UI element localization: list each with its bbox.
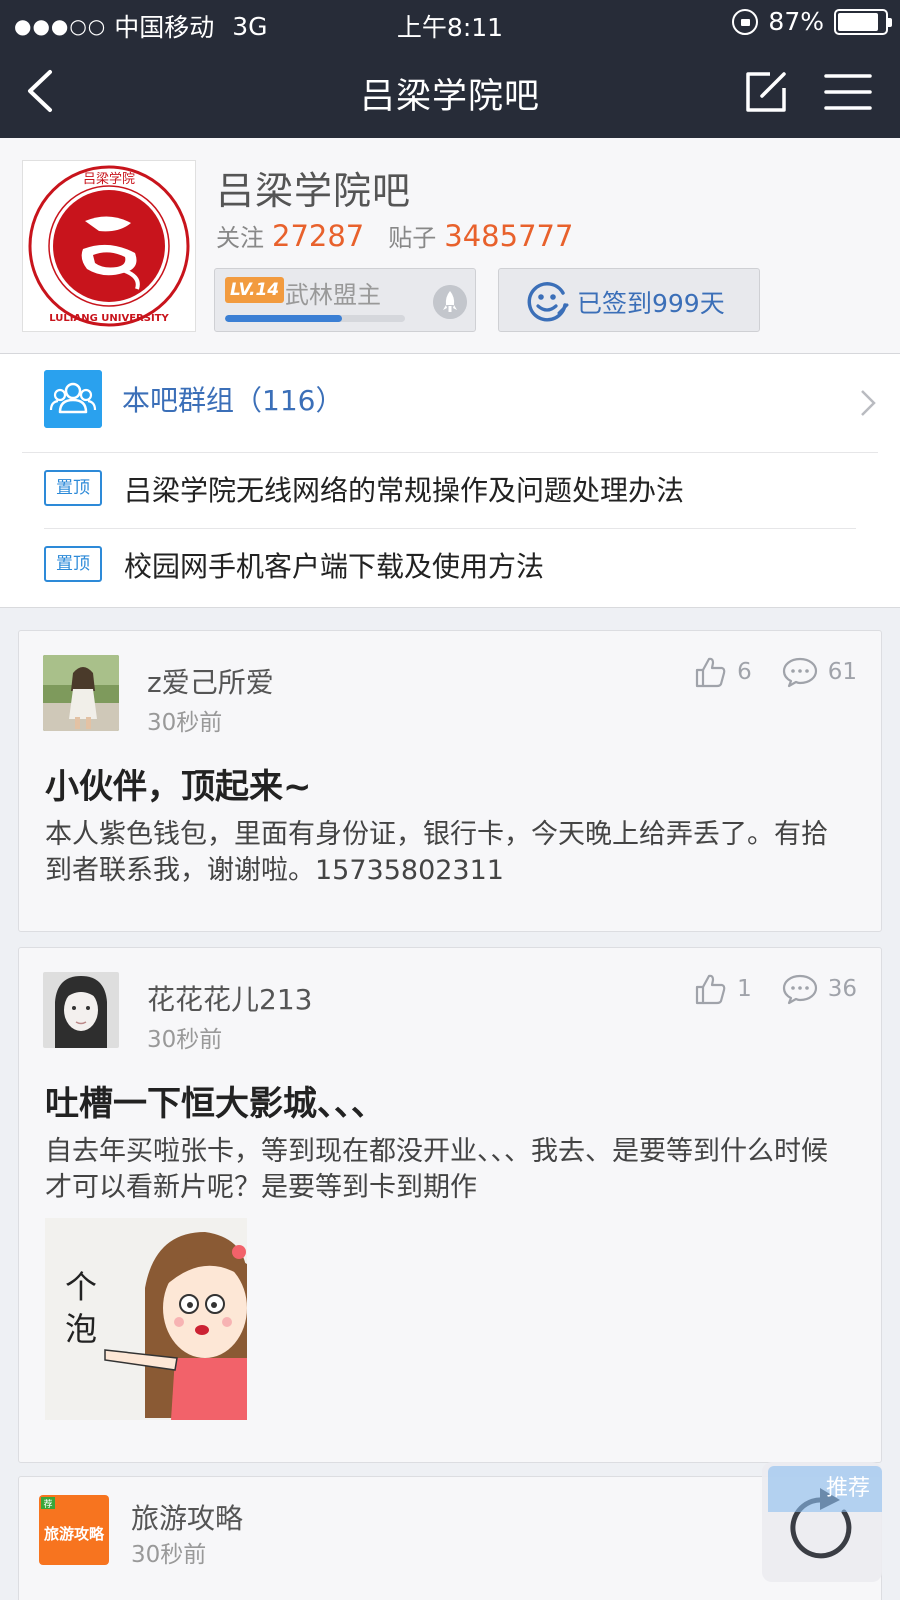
battery-icon bbox=[834, 8, 892, 35]
pinned-post[interactable]: 置顶 校园网手机客户端下载及使用方法 bbox=[0, 530, 900, 604]
pinned-badge: 置顶 bbox=[44, 470, 102, 506]
posts-label: 贴子 bbox=[388, 224, 437, 252]
forum-stats: 关注 27287 贴子 3485777 bbox=[216, 218, 597, 253]
pinned-section: 本吧群组（116） 置顶 吕梁学院无线网络的常规操作及问题处理办法 置顶 校园网… bbox=[0, 354, 900, 608]
smile-icon bbox=[527, 282, 569, 322]
avatar-photo bbox=[43, 655, 119, 731]
group-row[interactable]: 本吧群组（116） bbox=[0, 354, 900, 452]
forum-name: 吕梁学院吧 bbox=[216, 169, 412, 213]
post-title[interactable]: 吐槽一下恒大影城、、、 bbox=[45, 1076, 385, 1125]
pinned-badge: 置顶 bbox=[44, 546, 102, 582]
rocket-icon[interactable] bbox=[433, 285, 467, 319]
comment-count: 61 bbox=[827, 659, 857, 685]
avatar[interactable]: 荐 旅游攻略 bbox=[39, 1495, 109, 1565]
signin-button[interactable]: 已签到999天 bbox=[498, 268, 760, 332]
post-body: 本人紫色钱包，里面有身份证，银行卡，今天晚上给弄丢了。有拾到者联系我，谢谢啦。1… bbox=[45, 819, 828, 886]
cartoon-girl-image: 个 泡 bbox=[45, 1218, 247, 1420]
avatar-photo bbox=[43, 972, 119, 1048]
post-actions: 6 61 bbox=[693, 655, 857, 689]
comment-icon[interactable] bbox=[782, 656, 818, 688]
follow-count: 27287 bbox=[272, 219, 365, 253]
post-card[interactable]: 荐 旅游攻略 旅游攻略 30秒前 bbox=[18, 1476, 882, 1600]
comment-icon[interactable] bbox=[782, 973, 818, 1005]
menu-icon[interactable] bbox=[822, 68, 874, 116]
post-username[interactable]: 旅游攻略 bbox=[131, 1497, 243, 1537]
like-count: 1 bbox=[737, 976, 752, 1002]
comment-count: 36 bbox=[827, 976, 857, 1002]
divider bbox=[44, 528, 856, 529]
like-count: 6 bbox=[737, 659, 752, 685]
pinned-post[interactable]: 置顶 吕梁学院无线网络的常规操作及问题处理办法 bbox=[0, 454, 900, 528]
post-card[interactable]: 花花花儿213 30秒前 1 36 吐槽一下恒大影城、、、 自去年买啦张卡，等到… bbox=[18, 947, 882, 1463]
thumbs-up-icon[interactable] bbox=[693, 655, 727, 689]
avatar-tag: 荐 bbox=[43, 1499, 52, 1510]
chevron-right-icon bbox=[861, 390, 876, 416]
pinned-post-title: 吕梁学院无线网络的常规操作及问题处理办法 bbox=[124, 474, 685, 507]
level-progress-bar bbox=[225, 315, 405, 322]
post-card[interactable]: z爱己所爱 30秒前 6 61 小伙伴，顶起来~ 本人紫色钱包，里面有身份证，银… bbox=[18, 630, 882, 932]
image-caption-2: 泡 bbox=[65, 1310, 97, 1348]
post-title[interactable]: 小伙伴，顶起来~ bbox=[45, 759, 312, 808]
group-label: 本吧群组（116） bbox=[122, 384, 344, 417]
pinned-post-title: 校园网手机客户端下载及使用方法 bbox=[124, 550, 545, 583]
post-time: 30秒前 bbox=[131, 1542, 207, 1568]
status-right: 87% bbox=[732, 7, 892, 36]
level-progress-fill bbox=[225, 315, 342, 322]
post-time: 30秒前 bbox=[147, 710, 223, 736]
post-body: 自去年买啦张卡，等到现在都没开业、、、我去、是要等到什么时候才可以看新片呢？是要… bbox=[45, 1136, 828, 1203]
battery-percent: 87% bbox=[768, 7, 824, 36]
level-title: 武林盟主 bbox=[285, 281, 381, 309]
seal-bottom-text: LULIANG UNIVERSITY bbox=[49, 313, 169, 324]
level-badge: LV.14 bbox=[225, 277, 285, 303]
avatar-text: 旅游攻略 bbox=[44, 1525, 105, 1543]
group-icon bbox=[44, 370, 102, 428]
university-seal-icon: 吕梁学院 LULIANG UNIVERSITY bbox=[28, 165, 190, 327]
seal-top-text: 吕梁学院 bbox=[83, 171, 135, 187]
post-image[interactable]: 个 泡 bbox=[45, 1218, 247, 1420]
compose-icon[interactable] bbox=[742, 68, 790, 116]
avatar[interactable] bbox=[43, 972, 119, 1048]
signin-label: 已签到999天 bbox=[577, 289, 725, 318]
post-username[interactable]: 花花花儿213 bbox=[147, 978, 312, 1018]
post-actions: 1 36 bbox=[693, 972, 857, 1006]
image-caption-1: 个 bbox=[65, 1268, 97, 1306]
post-time: 30秒前 bbox=[147, 1027, 223, 1053]
divider bbox=[22, 452, 878, 453]
posts-count: 3485777 bbox=[444, 219, 574, 253]
recommend-tab[interactable]: 推荐 bbox=[768, 1466, 882, 1512]
thumbs-up-icon[interactable] bbox=[693, 972, 727, 1006]
level-card[interactable]: LV.14 武林盟主 bbox=[214, 268, 476, 332]
avatar[interactable] bbox=[43, 655, 119, 731]
post-username[interactable]: z爱己所爱 bbox=[147, 661, 274, 701]
rotation-lock-icon bbox=[732, 8, 759, 35]
status-bar: ●●●○○ 中国移动 3G 上午8:11 87% bbox=[0, 0, 900, 46]
follow-label: 关注 bbox=[216, 224, 264, 252]
forum-header: 吕梁学院 LULIANG UNIVERSITY 吕梁学院吧 关注 27287 贴… bbox=[0, 138, 900, 354]
forum-logo: 吕梁学院 LULIANG UNIVERSITY bbox=[22, 160, 196, 332]
nav-bar: 吕梁学院吧 bbox=[0, 46, 900, 138]
travel-guide-avatar: 荐 旅游攻略 bbox=[39, 1495, 109, 1565]
